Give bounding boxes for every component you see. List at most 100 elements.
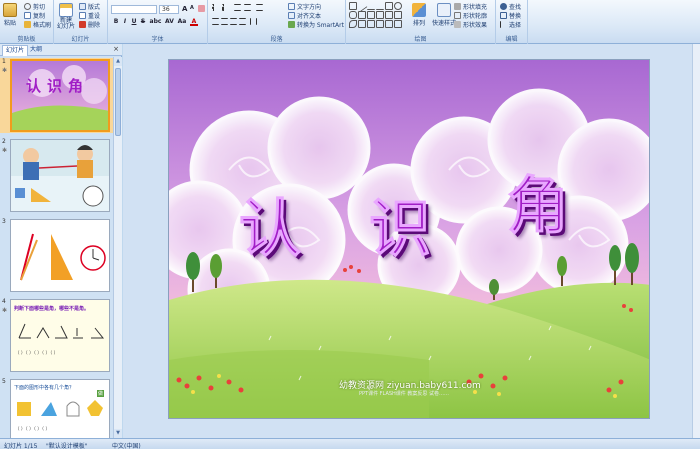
layout-icon [79,3,86,10]
tab-outline[interactable]: 大纲 [27,45,45,56]
bullets-button[interactable] [212,4,219,11]
close-icon[interactable]: × [113,45,119,53]
replace-button[interactable]: 替换 [500,11,521,20]
slide-thumbnail-5[interactable]: 5 下面的图形中各有几个角？ 做 （ ）（ ）（ ）（ ） [0,378,113,438]
slide-title-char[interactable]: 识 [368,178,431,268]
pane-scrollbar[interactable]: ▲ ▼ [113,57,122,438]
shape-effects-button[interactable]: 形状效果 [454,20,487,29]
delete-slide-button[interactable]: 删除 [79,20,100,29]
line-spacing-icon [256,4,263,11]
bracket-shape-icon[interactable] [367,11,375,19]
text-direction-button[interactable]: 文字方向 [288,2,321,11]
more-shapes-icon[interactable] [394,20,402,28]
italic-button[interactable]: I [121,18,129,26]
increase-indent-button[interactable] [244,4,251,11]
align-text-button[interactable]: 对齐文本 [288,11,321,20]
rectangle-shape-icon[interactable] [349,2,357,10]
bracket-shape-icon[interactable] [358,20,366,28]
align-left-button[interactable] [212,18,219,25]
pane-tabs: 幻灯片 大纲 × [0,44,122,56]
slide-thumbnail-2[interactable]: 2 ✱ [0,138,113,213]
arrange-button[interactable]: 排列 [412,3,426,27]
underline-button[interactable]: U [130,18,138,26]
numbering-icon [222,4,229,11]
columns-button[interactable] [250,18,257,25]
brace-shape-icon[interactable] [367,20,375,28]
tab-slides[interactable]: 幻灯片 [2,45,29,56]
new-slide-button[interactable]: 新建 幻灯片 [57,3,75,30]
line-shape-icon[interactable] [367,2,375,10]
watermark-subtext: PPT课件 FLASH课件 教案反思 试卷…… [359,391,449,397]
find-button[interactable]: 查找 [500,2,521,11]
font-size-select[interactable]: 36 [159,5,179,14]
font-group: 36 A A B I U S abc AV Aa A 字体 [108,0,208,44]
numbering-button[interactable] [222,4,229,11]
slide-title-char[interactable]: 认 [238,178,301,268]
font-color-button[interactable]: A [190,18,198,26]
editing-group: 查找 替换 选择 编辑 [496,0,528,44]
shape-outline-button[interactable]: 形状轮廓 [454,11,487,20]
justify-button[interactable] [239,18,246,25]
scroll-down-arrow-icon[interactable]: ▼ [114,429,122,438]
brace-shape-icon[interactable] [376,11,384,19]
slide-preview: 判断下面哪些是角，哪些不是角。 （ ）（ ）（ ）（ ）（ ） [10,299,110,372]
editor-scrollbar[interactable] [692,44,700,438]
shrink-font-button[interactable]: A [190,5,194,12]
paste-button[interactable]: 粘贴 [3,3,17,27]
bold-button[interactable]: B [112,18,120,26]
justify-icon [239,18,246,25]
font-name-select[interactable] [111,5,157,14]
curve-shape-icon[interactable] [349,20,357,28]
font-group-label: 字体 [151,36,164,43]
bullets-icon [212,4,219,11]
shapes-gallery[interactable] [349,0,403,28]
scroll-up-arrow-icon[interactable]: ▲ [114,57,122,66]
editing-group-label: 编辑 [505,36,518,43]
grow-font-button[interactable]: A [182,5,187,13]
align-center-icon [221,18,228,25]
reset-button[interactable]: 重设 [79,11,100,20]
star-shape-icon[interactable] [376,20,384,28]
cut-button[interactable]: 剪切 [24,2,45,11]
callout-shape-icon[interactable] [385,20,393,28]
star-shape-icon[interactable] [394,11,402,19]
rectangle-shape-icon[interactable] [385,2,393,10]
slide-thumbnail-4[interactable]: 4 ✱ 判断下面哪些是角，哪些不是角。 （ ）（ ）（ ）（ ）（ ） [0,298,113,373]
status-bar: 幻灯片 1/15 "默认设计模板" 中文(中国) [0,438,700,449]
slide-thumbnail-1[interactable]: 1 ✱ 认识角 [0,58,113,133]
answer-blanks: （ ）（ ）（ ）（ ）（ ） [15,351,59,356]
oval-shape-icon[interactable] [394,2,402,10]
language-indicator: 中文(中国) [112,443,141,449]
select-button[interactable]: 选择 [500,20,521,29]
char-spacing-button[interactable]: AV [164,18,175,26]
align-right-button[interactable] [230,18,237,25]
copy-button[interactable]: 复制 [24,11,45,20]
align-center-button[interactable] [221,18,228,25]
scroll-thumb[interactable] [115,68,121,136]
arrow-shape-icon[interactable] [385,11,393,19]
slide-title-char[interactable]: 角 [506,155,569,245]
slide-thumbnail-3[interactable]: 3 [0,218,113,293]
smartart-button[interactable]: 转换为 SmartArt [288,20,344,29]
thumbnail-list: 1 ✱ 认识角 2 ✱ 3 4 ✱ 判断下面哪些是角，哪些不是角。 （ ）（ ）… [0,57,113,438]
change-case-button[interactable]: Aa [177,18,187,26]
line-shape-icon[interactable] [356,0,368,12]
slide-number: 2 [2,138,6,145]
layout-button[interactable]: 版式 [79,2,100,11]
scissors-icon [24,3,31,10]
quick-styles-icon [437,3,451,17]
thumbnail-title: 认识角 [26,77,90,95]
shadow-button[interactable]: abc [149,18,162,26]
format-painter-button[interactable]: 格式刷 [24,20,51,29]
slide-preview: 下面的图形中各有几个角？ 做 （ ）（ ）（ ）（ ） [10,379,110,438]
clear-format-button[interactable] [198,5,205,12]
arrow-shape-icon[interactable] [376,2,384,10]
decrease-indent-button[interactable] [234,4,241,11]
current-slide[interactable]: 认 识 角 幼教资源网 ziyuan.baby611.com PPT课件 FLA… [168,59,650,419]
triangle-shape-icon[interactable] [358,11,366,19]
rounded-rect-shape-icon[interactable] [349,11,357,19]
strikethrough-button[interactable]: S [139,18,147,26]
quick-styles-button[interactable]: 快速样式 [432,3,456,27]
shape-fill-button[interactable]: 形状填充 [454,2,487,11]
line-spacing-button[interactable] [256,4,263,11]
